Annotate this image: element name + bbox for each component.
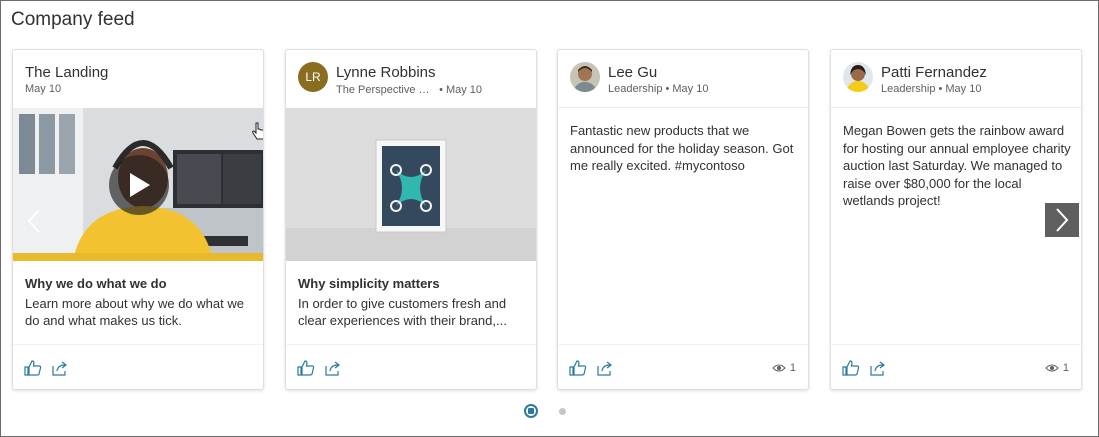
view-count-value: 1: [1062, 362, 1069, 374]
like-icon[interactable]: [569, 360, 587, 376]
summary-title[interactable]: Why simplicity matters: [298, 276, 440, 291]
summary-body: In order to give customers fresh and cle…: [298, 296, 507, 328]
like-icon[interactable]: [24, 360, 42, 376]
post-text: Megan Bowen gets the rainbow award for h…: [843, 123, 1071, 208]
share-icon[interactable]: [869, 360, 887, 376]
divider: [558, 107, 808, 108]
summary-body: Learn more about why we do what we do an…: [25, 296, 244, 328]
avatar-image: [570, 62, 600, 92]
divider: [831, 107, 1081, 108]
avatar[interactable]: [843, 62, 873, 92]
card-header: The Landing May 10: [13, 50, 263, 108]
view-count-value: 1: [789, 362, 796, 374]
like-icon[interactable]: [297, 360, 315, 376]
view-count: 1: [772, 362, 796, 374]
card-subtitle: Leadership • May 10: [608, 83, 709, 95]
share-icon[interactable]: [51, 360, 69, 376]
eye-icon: [1045, 364, 1059, 372]
feed-card-the-landing[interactable]: The Landing May 10 Why we do what we do …: [12, 49, 264, 390]
card-date: • May 10: [439, 84, 483, 96]
page-title: Company feed: [11, 9, 135, 30]
avatar-image: [843, 62, 873, 92]
article-thumbnail-image: [286, 108, 536, 261]
feed-card-lynne-robbins[interactable]: LR Lynne Robbins The Perspective ★ Follo…: [285, 49, 537, 390]
page-dot-2[interactable]: [559, 407, 566, 415]
card-footer: [286, 344, 536, 389]
card-footer: 1: [558, 344, 808, 389]
previous-slide-button[interactable]: [17, 204, 51, 238]
page-dot-1-active[interactable]: [524, 404, 538, 418]
chevron-left-icon: [27, 209, 40, 233]
card-footer: 1: [831, 344, 1081, 389]
play-icon: [130, 173, 150, 197]
post-text: Fantastic new products that we announced…: [570, 123, 794, 173]
card-date: May 10: [25, 83, 62, 95]
card-header: Lee Gu Leadership • May 10: [558, 50, 808, 108]
card-title[interactable]: Lynne Robbins: [336, 64, 436, 81]
play-button[interactable]: [109, 155, 169, 215]
chevron-right-icon: [1056, 208, 1069, 232]
site-source[interactable]: The Perspective ★ Followi...: [336, 83, 436, 96]
card-header: Patti Fernandez Leadership • May 10: [831, 50, 1081, 108]
card-title[interactable]: Patti Fernandez: [881, 64, 987, 81]
view-count: 1: [1045, 362, 1069, 374]
share-icon[interactable]: [324, 360, 342, 376]
feed-card-lee-gu[interactable]: Lee Gu Leadership • May 10 Fantastic new…: [557, 49, 809, 390]
next-slide-button[interactable]: [1045, 203, 1079, 237]
pagination: [524, 404, 566, 418]
card-title[interactable]: The Landing: [25, 64, 108, 81]
video-thumbnail[interactable]: [13, 108, 263, 261]
card-subtitle: Leadership • May 10: [881, 83, 982, 95]
avatar[interactable]: LR: [298, 62, 328, 92]
avatar[interactable]: [570, 62, 600, 92]
card-header: LR Lynne Robbins The Perspective ★ Follo…: [286, 50, 536, 108]
card-subtitle: The Perspective ★ Followi... • May 10: [336, 83, 482, 96]
card-footer: [13, 344, 263, 389]
eye-icon: [772, 364, 786, 372]
share-icon[interactable]: [596, 360, 614, 376]
article-thumbnail[interactable]: [286, 108, 536, 261]
like-icon[interactable]: [842, 360, 860, 376]
summary-title[interactable]: Why we do what we do: [25, 276, 167, 291]
card-title[interactable]: Lee Gu: [608, 64, 657, 81]
cursor-hand-icon: [252, 122, 263, 140]
